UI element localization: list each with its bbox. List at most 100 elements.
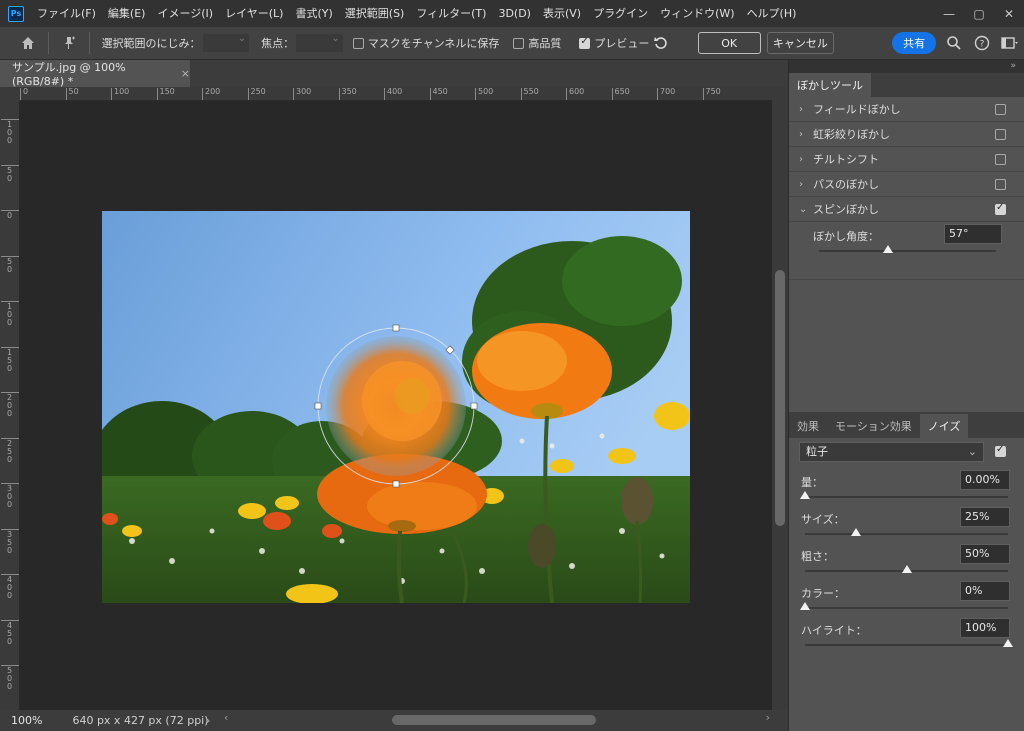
share-button[interactable]: 共有 bbox=[891, 32, 937, 54]
blur-tool-checkbox[interactable] bbox=[995, 154, 1006, 165]
reset-icon[interactable] bbox=[649, 27, 673, 60]
ruler-tick-label: 4 0 0 bbox=[1, 574, 19, 600]
save-mask-box[interactable] bbox=[352, 37, 364, 49]
noise-param-field[interactable]: 0% bbox=[960, 581, 1010, 601]
search-icon[interactable] bbox=[940, 27, 968, 60]
preview-checkbox[interactable]: プレビュー bbox=[579, 35, 649, 51]
ruler-tick-label: 3 5 0 bbox=[1, 528, 19, 555]
blur-tool-checkbox[interactable] bbox=[995, 104, 1006, 115]
scroll-left-icon[interactable]: ‹ bbox=[224, 711, 228, 724]
chevron-right-icon[interactable]: › bbox=[799, 129, 813, 140]
noise-param-thumb[interactable] bbox=[1003, 639, 1013, 647]
noise-param-slider[interactable] bbox=[805, 639, 1013, 647]
menu-item[interactable]: 編集(E) bbox=[102, 0, 152, 27]
menu-item[interactable]: 選択範囲(S) bbox=[339, 0, 411, 27]
panel-collapse-strip[interactable]: » bbox=[789, 60, 1024, 73]
noise-param-field[interactable]: 100% bbox=[960, 618, 1010, 638]
blur-tool-row[interactable]: › フィールドぼかし bbox=[789, 97, 1024, 122]
blur-tool-row[interactable]: ⌄ スピンぼかし bbox=[789, 197, 1024, 222]
menu-item[interactable]: ヘルプ(H) bbox=[741, 0, 803, 27]
noise-type-select[interactable]: 粒子 ⌄ bbox=[799, 442, 984, 462]
chevron-right-icon[interactable]: › bbox=[799, 104, 813, 115]
chevron-down-icon[interactable]: ⌄ bbox=[799, 204, 813, 215]
status-expand-icon[interactable]: › bbox=[206, 714, 210, 727]
poppy-photo bbox=[102, 211, 690, 603]
menu-item[interactable]: 表示(V) bbox=[537, 0, 587, 27]
vertical-scroll-thumb[interactable] bbox=[775, 270, 785, 526]
zoom-level[interactable]: 100% bbox=[11, 714, 42, 727]
ruler-tick-label: 0 bbox=[1, 210, 19, 220]
workspace-icon[interactable] bbox=[996, 27, 1024, 60]
feather-field[interactable] bbox=[202, 33, 250, 52]
spin-angle-slider[interactable] bbox=[819, 245, 996, 253]
menu-item[interactable]: フィルター(T) bbox=[410, 0, 492, 27]
noise-param-thumb[interactable] bbox=[850, 528, 861, 536]
noise-param-field[interactable]: 50% bbox=[960, 544, 1010, 564]
minimize-button[interactable]: — bbox=[934, 0, 964, 27]
menu-item[interactable]: ファイル(F) bbox=[31, 0, 102, 27]
blur-tool-checkbox[interactable] bbox=[995, 202, 1006, 215]
scroll-right-icon[interactable]: › bbox=[766, 711, 770, 724]
tab-effects[interactable]: 効果 bbox=[789, 414, 827, 438]
cancel-button[interactable]: キャンセル bbox=[766, 32, 834, 54]
high-quality-box[interactable] bbox=[513, 37, 525, 49]
blur-tool-label: パスのぼかし bbox=[813, 178, 879, 191]
home-icon[interactable] bbox=[14, 27, 42, 60]
noise-param-slider[interactable] bbox=[800, 602, 1008, 610]
help-icon[interactable]: ? bbox=[968, 27, 996, 60]
ruler-tick-label: 0 bbox=[20, 88, 28, 100]
canvas-area[interactable] bbox=[20, 101, 772, 710]
noise-param-slider[interactable] bbox=[805, 565, 1008, 573]
blur-tools-tabs: ぼかしツール bbox=[789, 73, 1024, 97]
blur-tool-row[interactable]: › チルトシフト bbox=[789, 147, 1024, 172]
document-image[interactable] bbox=[102, 211, 690, 603]
preview-label: プレビュー bbox=[594, 37, 650, 50]
document-info: 640 px x 427 px (72 ppi) bbox=[72, 714, 209, 727]
chevron-right-icon[interactable]: › bbox=[799, 154, 813, 165]
menu-item[interactable]: レイヤー(L) bbox=[219, 0, 289, 27]
menu-item[interactable]: ウィンドウ(W) bbox=[654, 0, 740, 27]
tab-motion-effects[interactable]: モーション効果 bbox=[827, 414, 920, 438]
ruler-tick-label: 200 bbox=[202, 88, 220, 100]
chevron-right-icon[interactable]: › bbox=[799, 179, 813, 190]
noise-param-slider[interactable] bbox=[800, 491, 1008, 499]
pin-tool-icon[interactable] bbox=[55, 27, 83, 60]
noise-enable-checkbox[interactable] bbox=[995, 444, 1006, 457]
blur-tool-checkbox[interactable] bbox=[995, 179, 1006, 190]
focus-field[interactable] bbox=[296, 33, 343, 52]
noise-param-thumb[interactable] bbox=[800, 491, 810, 499]
spin-angle-thumb[interactable] bbox=[883, 245, 894, 253]
save-mask-checkbox[interactable]: マスクをチャンネルに保存 bbox=[352, 35, 499, 51]
document-tab[interactable]: サンプル.jpg @ 100% (RGB/8#) * × bbox=[0, 60, 190, 88]
ok-button[interactable]: OK bbox=[697, 32, 761, 54]
ruler-tick-label: 4 5 0 bbox=[1, 619, 19, 646]
ruler-tick-label: 350 bbox=[338, 88, 357, 100]
noise-param-thumb[interactable] bbox=[901, 565, 912, 573]
horizontal-scroll-thumb[interactable] bbox=[392, 715, 596, 725]
noise-param-thumb[interactable] bbox=[800, 602, 810, 610]
photoshop-logo: Ps bbox=[8, 5, 24, 22]
svg-text:?: ? bbox=[980, 40, 985, 50]
blur-tool-row[interactable]: › 虹彩絞りぼかし bbox=[789, 122, 1024, 147]
noise-param-slider[interactable] bbox=[805, 528, 1008, 536]
menu-item[interactable]: プラグイン bbox=[587, 0, 654, 27]
vertical-scrollbar[interactable] bbox=[772, 87, 788, 710]
horizontal-scrollbar[interactable]: ‹ › bbox=[222, 711, 772, 727]
blur-tool-checkbox[interactable] bbox=[995, 129, 1006, 140]
close-button[interactable]: ✕ bbox=[994, 0, 1024, 27]
menu-item[interactable]: 3D(D) bbox=[492, 0, 537, 27]
noise-param-label: サイズ： bbox=[801, 513, 845, 526]
noise-param-field[interactable]: 25% bbox=[960, 507, 1010, 527]
spin-angle-field[interactable]: 57° bbox=[944, 224, 1002, 244]
blur-tool-row[interactable]: › パスのぼかし bbox=[789, 172, 1024, 197]
preview-box[interactable] bbox=[579, 36, 591, 49]
close-tab-icon[interactable]: × bbox=[181, 67, 190, 80]
noise-param-field[interactable]: 0.00% bbox=[960, 470, 1010, 490]
high-quality-checkbox[interactable]: 高品質 bbox=[513, 35, 561, 51]
tab-noise[interactable]: ノイズ bbox=[919, 414, 969, 438]
menu-item[interactable]: イメージ(I) bbox=[151, 0, 219, 27]
noise-param-row: 粗さ： 50% bbox=[789, 542, 1024, 579]
menu-item[interactable]: 書式(Y) bbox=[289, 0, 338, 27]
tab-blur-tools[interactable]: ぼかしツール bbox=[789, 73, 871, 97]
maximize-button[interactable]: ▢ bbox=[964, 0, 994, 27]
